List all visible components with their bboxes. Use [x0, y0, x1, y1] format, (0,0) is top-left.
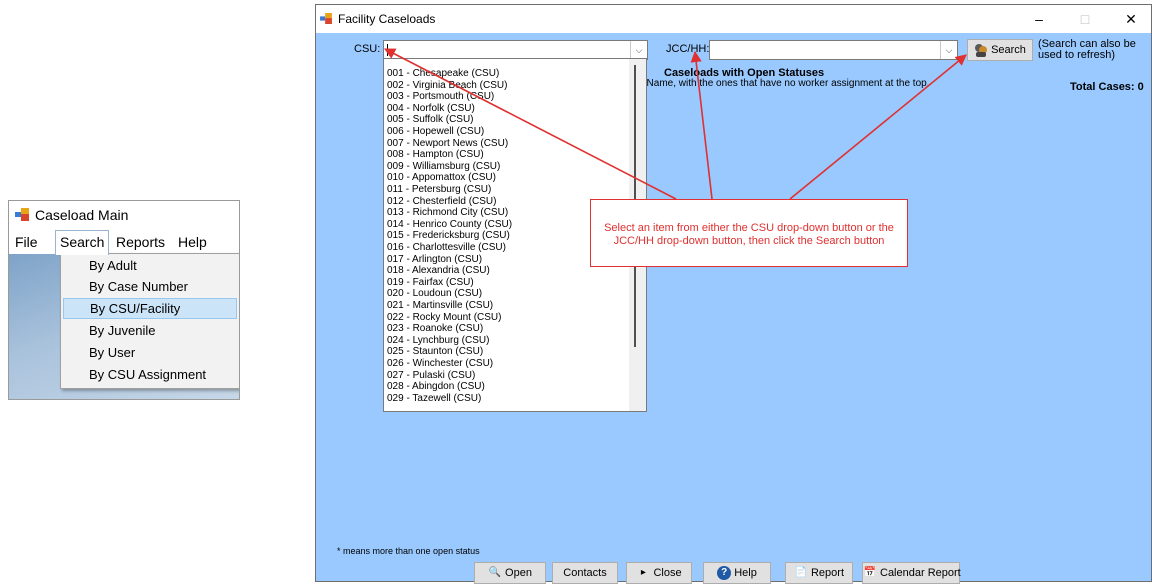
facility-caseloads-titlebar: Facility Caseloads – □ ✕: [316, 5, 1151, 33]
instruction-callout: Select an item from either the CSU drop-…: [590, 199, 908, 267]
total-cases: Total Cases: 0: [1070, 81, 1144, 93]
footnote: * means more than one open status: [337, 546, 480, 556]
csu-option[interactable]: 010 - Appomattox (CSU): [387, 173, 496, 184]
search-button[interactable]: Search: [967, 39, 1033, 61]
csu-option[interactable]: 029 - Tazewell (CSU): [387, 393, 481, 405]
csu-option[interactable]: 004 - Norfolk (CSU): [387, 103, 475, 115]
help-icon: ?: [717, 566, 732, 581]
open-document-icon: 🔍: [488, 567, 502, 579]
calendar-report-button-label: Calendar Report: [880, 567, 961, 579]
report-button-label: Report: [810, 567, 845, 579]
menu-item-by-case-number[interactable]: By Case Number: [61, 276, 239, 297]
csu-option[interactable]: 015 - Fredericksburg (CSU): [387, 231, 510, 242]
menu-item-by-csu-assignment[interactable]: By CSU Assignment: [61, 364, 239, 385]
csu-option[interactable]: 009 - Williamsburg (CSU): [387, 161, 500, 173]
exit-door-icon: ▸: [640, 567, 646, 579]
menu-reports[interactable]: Reports: [112, 230, 169, 254]
chevron-down-icon[interactable]: ⌵: [940, 41, 957, 59]
csu-option[interactable]: 026 - Winchester (CSU): [387, 358, 493, 370]
menu-item-by-csu-facility[interactable]: By CSU/Facility: [63, 298, 237, 319]
jcc-hh-label: JCC/HH:: [666, 43, 710, 55]
csu-option[interactable]: 012 - Chesterfield (CSU): [387, 196, 496, 208]
csu-option[interactable]: 013 - Richmond City (CSU): [387, 207, 508, 219]
csu-option[interactable]: 006 - Hopewell (CSU): [387, 126, 484, 138]
csu-option[interactable]: 028 - Abingdon (CSU): [387, 381, 485, 393]
csu-option[interactable]: 002 - Virginia Beach (CSU): [387, 80, 507, 92]
maximize-button[interactable]: □: [1062, 5, 1108, 33]
csu-option[interactable]: 003 - Portsmouth (CSU): [387, 91, 494, 103]
csu-option[interactable]: 023 - Roanoke (CSU): [387, 323, 483, 335]
caseloads-subheading: t Name, with the ones that have no worke…: [641, 78, 930, 89]
menu-item-by-juvenile[interactable]: By Juvenile: [61, 320, 239, 341]
csu-label: CSU:: [354, 43, 381, 55]
csu-option[interactable]: 027 - Pulaski (CSU): [387, 370, 475, 382]
csu-option[interactable]: 018 - Alexandria (CSU): [387, 265, 490, 277]
csu-option[interactable]: 021 - Martinsville (CSU): [387, 300, 493, 312]
app-icon: [320, 13, 332, 24]
csu-option[interactable]: 008 - Hampton (CSU): [387, 149, 484, 161]
csu-option[interactable]: 014 - Henrico County (CSU): [387, 219, 512, 231]
caseload-main-window: Caseload Main File Search Reports Help B…: [8, 200, 240, 400]
facility-caseloads-title: Facility Caseloads: [338, 12, 436, 26]
menu-search[interactable]: Search: [55, 230, 110, 255]
help-button-label: Help: [734, 567, 757, 579]
csu-option[interactable]: 022 - Rocky Mount (CSU): [387, 312, 501, 324]
calendar-report-button[interactable]: 📅 Calendar Report: [862, 562, 961, 584]
menu-help[interactable]: Help: [174, 230, 211, 254]
open-button[interactable]: 🔍 Open: [474, 562, 546, 584]
close-button-label: Close: [653, 567, 682, 579]
csu-option[interactable]: 011 - Petersburg (CSU): [387, 184, 491, 196]
search-note: (Search can also be used to refresh): [1038, 38, 1136, 61]
menu-item-by-user[interactable]: By User: [61, 342, 239, 363]
app-icon: [15, 208, 29, 221]
contacts-button-label: Contacts: [563, 567, 607, 579]
text-caret: [387, 44, 388, 56]
contacts-button[interactable]: Contacts: [552, 562, 618, 584]
csu-option[interactable]: 017 - Arlington (CSU): [387, 254, 482, 266]
caseload-main-titlebar: Caseload Main: [9, 201, 239, 229]
csu-option[interactable]: 024 - Lynchburg (CSU): [387, 335, 489, 347]
csu-option[interactable]: 005 - Suffolk (CSU): [387, 115, 474, 126]
close-button[interactable]: ▸ Close: [626, 562, 692, 584]
caseload-main-menubar: File Search Reports Help: [9, 230, 239, 255]
jcc-hh-combobox[interactable]: ⌵: [709, 40, 958, 60]
minimize-button[interactable]: –: [1016, 5, 1062, 33]
csu-option[interactable]: 001 - Chesapeake (CSU): [387, 68, 499, 80]
menu-file[interactable]: File: [11, 230, 42, 254]
search-button-label: Search: [991, 44, 1026, 56]
chevron-down-icon[interactable]: ⌵: [630, 41, 647, 59]
csu-option[interactable]: 019 - Fairfax (CSU): [387, 277, 474, 289]
open-button-label: Open: [505, 567, 532, 579]
menu-item-by-adult[interactable]: By Adult: [61, 255, 239, 276]
report-button[interactable]: 📄 Report: [785, 562, 853, 584]
close-window-button[interactable]: ✕: [1108, 5, 1152, 33]
csu-option[interactable]: 016 - Charlottesville (CSU): [387, 242, 506, 254]
csu-option[interactable]: 020 - Loudoun (CSU): [387, 289, 482, 300]
help-button[interactable]: ? Help: [703, 562, 771, 584]
csu-combobox[interactable]: ⌵: [383, 40, 648, 60]
csu-option[interactable]: 025 - Staunton (CSU): [387, 347, 483, 358]
search-users-icon: [974, 43, 988, 58]
csu-option[interactable]: 007 - Newport News (CSU): [387, 138, 508, 150]
caseload-main-title: Caseload Main: [35, 207, 129, 223]
instruction-callout-text: Select an item from either the CSU drop-…: [604, 222, 894, 247]
calendar-report-icon: 📅: [863, 567, 877, 579]
report-icon: 📄: [794, 567, 808, 579]
search-dropdown-menu: By Adult By Case Number By CSU/Facility …: [60, 253, 239, 389]
